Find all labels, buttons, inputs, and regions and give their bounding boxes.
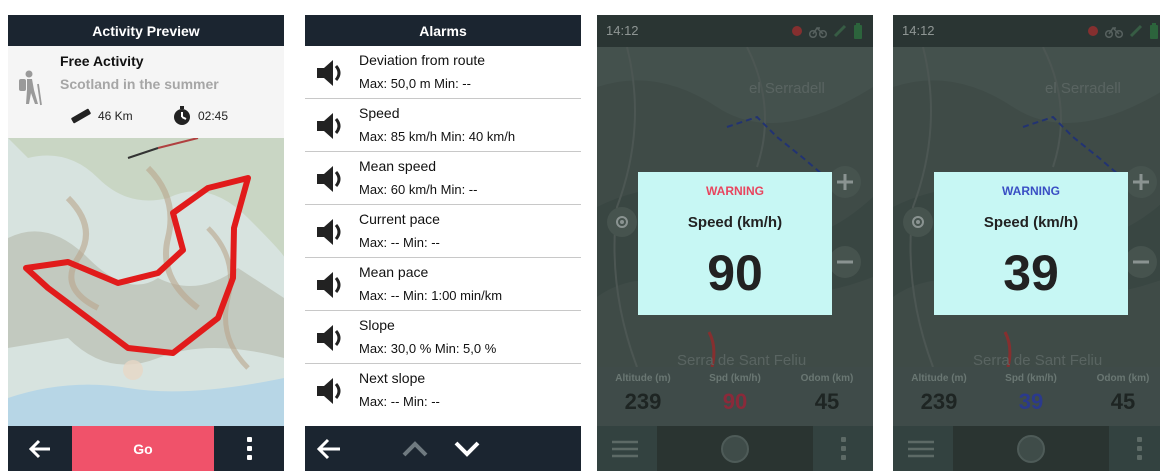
- warning-value: 90: [707, 245, 763, 301]
- alarm-values: Max: 60 km/h Min: --: [359, 182, 478, 197]
- more-options-button[interactable]: [1109, 426, 1160, 471]
- ruler-icon: [71, 108, 91, 124]
- stopwatch-icon: [174, 106, 190, 125]
- arrow-left-icon: [29, 439, 50, 458]
- alarm-name: Current pace: [359, 211, 440, 227]
- alarm-name: Mean pace: [359, 264, 429, 280]
- field-value: 45: [814, 389, 840, 414]
- duration-stat: 02:45: [172, 106, 228, 126]
- field-label: Altitude (m): [615, 373, 671, 384]
- odometer-field[interactable]: Odom (km) 45: [1077, 367, 1160, 426]
- activity-preview-screen: Activity Preview Free Activity Scotland …: [8, 15, 284, 471]
- route-name: Scotland in the summer: [60, 76, 219, 92]
- more-options-button[interactable]: [214, 426, 284, 471]
- alarm-name: Deviation from route: [359, 52, 486, 68]
- map-warning-screen-high: el Serradell Serra de Sant Feliu 14:12 W…: [597, 15, 873, 471]
- speaker-icon: [317, 219, 341, 245]
- field-label: Odom (km): [1096, 373, 1150, 384]
- alarm-values: Max: 85 km/h Min: 40 km/h: [359, 129, 516, 144]
- page-title: Alarms: [305, 15, 581, 46]
- list-item[interactable]: Deviation from route Max: 50,0 m Min: --: [305, 46, 581, 99]
- hiker-icon: [19, 70, 42, 106]
- speaker-icon: [317, 113, 341, 139]
- list-item[interactable]: Slope Max: 30,0 % Min: 5,0 %: [305, 311, 581, 364]
- alarm-values: Max: -- Min: --: [359, 235, 440, 250]
- alarm-list: Deviation from route Max: 50,0 m Min: --…: [305, 46, 581, 417]
- speaker-icon: [317, 60, 341, 86]
- scroll-down-button[interactable]: [453, 441, 481, 457]
- go-button[interactable]: Go: [72, 426, 214, 471]
- alarm-name: Slope: [359, 317, 395, 333]
- list-item[interactable]: Current pace Max: -- Min: --: [305, 205, 581, 258]
- more-vertical-icon: [1137, 437, 1142, 460]
- speaker-icon: [317, 378, 341, 404]
- altitude-field[interactable]: Altitude (m) 239: [893, 367, 985, 426]
- field-label: Altitude (m): [911, 373, 967, 384]
- activity-summary: Free Activity Scotland in the summer 46 …: [8, 46, 284, 138]
- field-value: 239: [624, 389, 662, 414]
- field-value: 39: [1018, 389, 1044, 414]
- field-label: Spd (km/h): [709, 373, 761, 384]
- alarm-name: Mean speed: [359, 158, 437, 174]
- back-button[interactable]: [8, 426, 72, 471]
- activity-name: Free Activity: [60, 53, 144, 69]
- more-vertical-icon: [246, 437, 252, 460]
- warning-label: Speed (km/h): [983, 214, 1079, 231]
- warning-label: Speed (km/h): [687, 214, 783, 231]
- list-item[interactable]: Speed Max: 85 km/h Min: 40 km/h: [305, 99, 581, 152]
- altitude-field[interactable]: Altitude (m) 239: [597, 367, 689, 426]
- more-vertical-icon: [841, 437, 846, 460]
- field-value: 90: [722, 389, 748, 414]
- warning-dialog[interactable]: WARNING Speed (km/h) 39: [934, 172, 1128, 315]
- speaker-icon: [317, 272, 341, 298]
- field-label: Spd (km/h): [1005, 373, 1057, 384]
- map-warning-screen-low: el Serradell Serra de Sant Feliu 14:12 W…: [893, 15, 1160, 471]
- bottom-bar: [597, 426, 873, 471]
- menu-button[interactable]: [597, 426, 657, 471]
- field-value: 45: [1110, 389, 1136, 414]
- menu-button[interactable]: [893, 426, 953, 471]
- hamburger-icon: [908, 440, 934, 458]
- scroll-up-button[interactable]: [401, 441, 429, 457]
- bottom-bar: Go: [8, 426, 284, 471]
- duration-value: 02:45: [198, 109, 229, 123]
- list-item[interactable]: Next slope Max: -- Min: --: [305, 364, 581, 417]
- warning-title: WARNING: [706, 184, 764, 198]
- route-map[interactable]: [8, 138, 284, 426]
- alarm-name: Speed: [359, 105, 400, 121]
- bottom-bar: [305, 426, 581, 471]
- alarm-values: Max: -- Min: --: [359, 394, 440, 409]
- distance-value: 46 Km: [98, 109, 133, 123]
- distance-stat: 46 Km: [70, 108, 133, 124]
- alarm-values: Max: -- Min: 1:00 min/km: [359, 288, 503, 303]
- field-value: 239: [920, 389, 958, 414]
- data-fields: Altitude (m) 239 Spd (km/h) 90 Odom (km)…: [597, 367, 873, 426]
- warning-value: 39: [1003, 245, 1059, 301]
- alarms-screen: Alarms Deviation from route Max: 50,0 m …: [305, 15, 581, 471]
- list-item[interactable]: Mean speed Max: 60 km/h Min: --: [305, 152, 581, 205]
- speaker-icon: [317, 166, 341, 192]
- warning-dialog[interactable]: WARNING Speed (km/h) 90: [638, 172, 832, 315]
- back-button[interactable]: [317, 438, 341, 460]
- data-fields: Altitude (m) 239 Spd (km/h) 39 Odom (km)…: [893, 367, 1160, 426]
- hamburger-icon: [612, 440, 638, 458]
- alarm-name: Next slope: [359, 370, 426, 386]
- speed-field[interactable]: Spd (km/h) 39: [985, 367, 1077, 426]
- alarm-values: Max: 50,0 m Min: --: [359, 76, 471, 91]
- record-button[interactable]: [719, 434, 751, 464]
- page-title: Activity Preview: [8, 15, 284, 46]
- more-options-button[interactable]: [813, 426, 873, 471]
- speaker-icon: [317, 325, 341, 351]
- bottom-bar: [893, 426, 1160, 471]
- warning-title: WARNING: [1002, 184, 1060, 198]
- field-label: Odom (km): [800, 373, 854, 384]
- list-item[interactable]: Mean pace Max: -- Min: 1:00 min/km: [305, 258, 581, 311]
- record-button[interactable]: [1015, 434, 1047, 464]
- alarm-values: Max: 30,0 % Min: 5,0 %: [359, 341, 497, 356]
- odometer-field[interactable]: Odom (km) 45: [781, 367, 873, 426]
- speed-field[interactable]: Spd (km/h) 90: [689, 367, 781, 426]
